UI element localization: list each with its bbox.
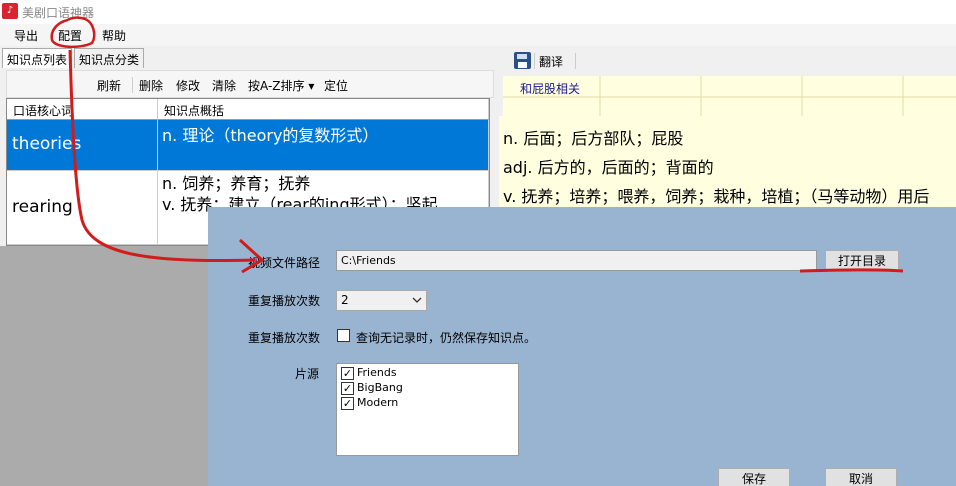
left-toolbar: 刷新 删除 修改 清除 按A-Z排序 ▾ 定位 (6, 70, 494, 98)
source-name: Modern (357, 396, 399, 409)
repeat-count-label-2: 重复播放次数 (248, 331, 321, 345)
delete-button[interactable]: 删除 (139, 77, 163, 94)
definition-line: adj. 后方的，后面的；背面的 (503, 158, 714, 177)
toolbar-separator (132, 77, 133, 93)
left-tabs: 知识点列表 知识点分类 (0, 48, 500, 68)
cancel-button[interactable]: 取消 (825, 468, 897, 486)
category-item[interactable]: 和屁股相关 (520, 80, 580, 97)
save-when-empty-checkbox[interactable] (337, 329, 350, 342)
category-grid: 和屁股相关 (503, 76, 956, 116)
save-when-empty-label: 查询无记录时，仍然保存知识点。 (356, 331, 537, 345)
sort-dropdown[interactable]: 按A-Z排序 ▾ (248, 77, 314, 94)
toolbar-separator (575, 53, 576, 69)
definition-line: n. 后面；后方部队；屁股 (503, 129, 684, 148)
window-title: 美剧口语神器 (22, 6, 95, 20)
source-list[interactable]: ✓ Friends ✓ BigBang ✓ Modern (336, 363, 519, 456)
right-toolbar: 翻译 (503, 48, 956, 74)
source-name: Friends (357, 366, 397, 379)
menu-config[interactable]: 配置 (58, 27, 82, 44)
app-icon: ♪ (2, 3, 18, 19)
open-directory-button[interactable]: 打开目录 (825, 250, 899, 272)
summary-line: n. 理论（theory的复数形式） (162, 126, 379, 145)
repeat-count-label: 重复播放次数 (248, 294, 321, 308)
column-header-word[interactable]: 口语核心词 (7, 99, 158, 120)
config-dialog: 视频文件路径 C:\Friends 打开目录 重复播放次数 2 重复播放次数 查… (208, 207, 956, 486)
sort-label: 按A-Z排序 (248, 79, 305, 93)
tab-knowledge-list[interactable]: 知识点列表 (2, 48, 73, 68)
cell-word: rearing (7, 171, 158, 245)
source-label: 片源 (295, 367, 320, 381)
menu-export[interactable]: 导出 (14, 27, 38, 44)
title-bar: ♪ 美剧口语神器 (0, 0, 956, 24)
modify-button[interactable]: 修改 (176, 77, 200, 94)
menu-bar: 导出 配置 帮助 (0, 24, 956, 46)
menu-help[interactable]: 帮助 (102, 27, 126, 44)
toolbar-separator (534, 53, 535, 69)
checkmark-icon[interactable]: ✓ (341, 367, 354, 380)
cell-summary: n. 理论（theory的复数形式） (158, 120, 489, 171)
cell-word: theories (7, 120, 158, 171)
definition-panel: n. 后面；后方部队；屁股 adj. 后方的，后面的；背面的 v. 抚养；培养；… (499, 116, 956, 216)
repeat-count-select[interactable]: 2 (336, 290, 427, 311)
source-name: BigBang (357, 381, 403, 394)
translate-button[interactable]: 翻译 (539, 53, 563, 70)
video-path-input[interactable]: C:\Friends (336, 250, 817, 271)
repeat-count-value: 2 (341, 293, 349, 307)
checkmark-icon[interactable]: ✓ (341, 382, 354, 395)
checkmark-icon[interactable]: ✓ (341, 397, 354, 410)
save-button[interactable]: 保存 (718, 468, 790, 486)
chevron-down-icon (412, 297, 422, 303)
locate-button[interactable]: 定位 (324, 77, 348, 94)
summary-line: n. 饲养；养育；抚养 (162, 174, 311, 193)
save-icon[interactable] (514, 52, 531, 69)
refresh-button[interactable]: 刷新 (97, 77, 121, 94)
tab-knowledge-category[interactable]: 知识点分类 (74, 48, 145, 68)
clear-button[interactable]: 清除 (212, 77, 236, 94)
column-header-summary[interactable]: 知识点概括 (158, 99, 489, 120)
chevron-down-icon: ▾ (308, 79, 315, 93)
definition-line: v. 抚养；培养；喂养，饲养；栽种，培植；（马等动物）用后 (503, 187, 930, 206)
video-path-label: 视频文件路径 (248, 256, 321, 270)
